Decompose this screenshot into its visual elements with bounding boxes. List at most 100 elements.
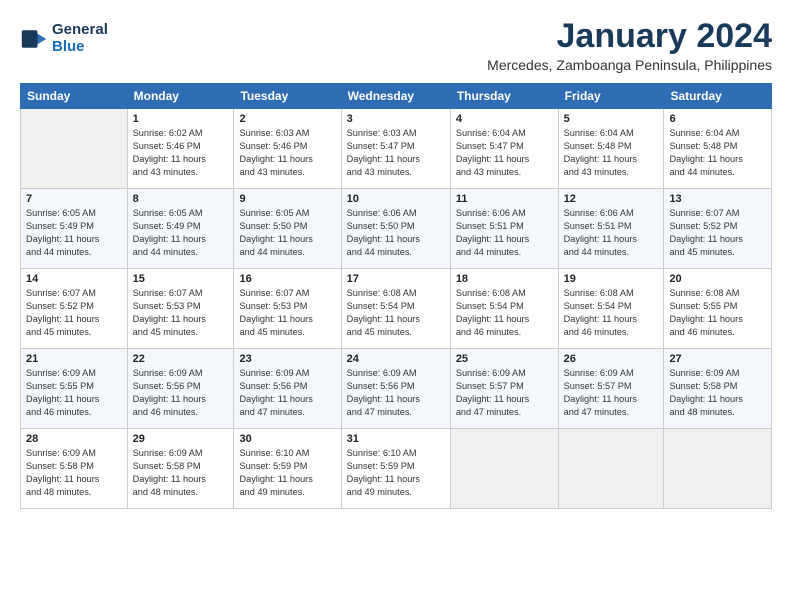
sunrise: Sunrise: 6:07 AM	[26, 287, 122, 300]
calendar-cell	[21, 109, 128, 189]
day-info: Sunrise: 6:05 AM Sunset: 5:50 PM Dayligh…	[239, 207, 335, 259]
sunset: Sunset: 5:52 PM	[669, 220, 766, 233]
day-number: 4	[456, 113, 553, 125]
day-number: 9	[239, 193, 335, 205]
sunset: Sunset: 5:54 PM	[347, 300, 445, 313]
sunrise: Sunrise: 6:03 AM	[239, 127, 335, 140]
calendar-cell: 21 Sunrise: 6:09 AM Sunset: 5:55 PM Dayl…	[21, 349, 128, 429]
sunset: Sunset: 5:58 PM	[669, 380, 766, 393]
sunrise: Sunrise: 6:08 AM	[564, 287, 659, 300]
calendar-cell: 14 Sunrise: 6:07 AM Sunset: 5:52 PM Dayl…	[21, 269, 128, 349]
daylight-label: Daylight: 11 hoursand 47 minutes.	[564, 393, 659, 419]
sunrise: Sunrise: 6:03 AM	[347, 127, 445, 140]
calendar-cell: 1 Sunrise: 6:02 AM Sunset: 5:46 PM Dayli…	[127, 109, 234, 189]
day-number: 6	[669, 113, 766, 125]
calendar-table: SundayMondayTuesdayWednesdayThursdayFrid…	[20, 83, 772, 509]
daylight-label: Daylight: 11 hoursand 44 minutes.	[133, 233, 229, 259]
calendar-cell: 25 Sunrise: 6:09 AM Sunset: 5:57 PM Dayl…	[450, 349, 558, 429]
daylight-label: Daylight: 11 hoursand 45 minutes.	[239, 313, 335, 339]
day-number: 31	[347, 433, 445, 445]
weekday-header-saturday: Saturday	[664, 84, 772, 109]
daylight-label: Daylight: 11 hoursand 44 minutes.	[669, 153, 766, 179]
day-number: 28	[26, 433, 122, 445]
sunrise: Sunrise: 6:09 AM	[456, 367, 553, 380]
day-number: 29	[133, 433, 229, 445]
day-info: Sunrise: 6:10 AM Sunset: 5:59 PM Dayligh…	[347, 447, 445, 499]
calendar-cell: 6 Sunrise: 6:04 AM Sunset: 5:48 PM Dayli…	[664, 109, 772, 189]
sunset: Sunset: 5:53 PM	[133, 300, 229, 313]
calendar-cell: 31 Sunrise: 6:10 AM Sunset: 5:59 PM Dayl…	[341, 429, 450, 509]
day-info: Sunrise: 6:09 AM Sunset: 5:56 PM Dayligh…	[347, 367, 445, 419]
daylight-label: Daylight: 11 hoursand 46 minutes.	[669, 313, 766, 339]
day-info: Sunrise: 6:04 AM Sunset: 5:48 PM Dayligh…	[564, 127, 659, 179]
day-number: 8	[133, 193, 229, 205]
daylight-label: Daylight: 11 hoursand 44 minutes.	[26, 233, 122, 259]
daylight-label: Daylight: 11 hoursand 46 minutes.	[26, 393, 122, 419]
sunset: Sunset: 5:55 PM	[26, 380, 122, 393]
sunrise: Sunrise: 6:07 AM	[133, 287, 229, 300]
day-number: 7	[26, 193, 122, 205]
sunrise: Sunrise: 6:09 AM	[133, 447, 229, 460]
day-info: Sunrise: 6:07 AM Sunset: 5:52 PM Dayligh…	[26, 287, 122, 339]
daylight-label: Daylight: 11 hoursand 44 minutes.	[564, 233, 659, 259]
sunset: Sunset: 5:52 PM	[26, 300, 122, 313]
sunrise: Sunrise: 6:04 AM	[669, 127, 766, 140]
day-info: Sunrise: 6:07 AM Sunset: 5:52 PM Dayligh…	[669, 207, 766, 259]
calendar-cell: 9 Sunrise: 6:05 AM Sunset: 5:50 PM Dayli…	[234, 189, 341, 269]
calendar-cell	[558, 429, 664, 509]
sunset: Sunset: 5:50 PM	[347, 220, 445, 233]
day-info: Sunrise: 6:09 AM Sunset: 5:57 PM Dayligh…	[456, 367, 553, 419]
title-block: January 2024 Mercedes, Zamboanga Peninsu…	[487, 18, 772, 73]
day-number: 27	[669, 353, 766, 365]
day-number: 21	[26, 353, 122, 365]
day-info: Sunrise: 6:04 AM Sunset: 5:47 PM Dayligh…	[456, 127, 553, 179]
location: Mercedes, Zamboanga Peninsula, Philippin…	[487, 57, 772, 73]
sunset: Sunset: 5:48 PM	[669, 140, 766, 153]
sunset: Sunset: 5:56 PM	[239, 380, 335, 393]
calendar-cell: 8 Sunrise: 6:05 AM Sunset: 5:49 PM Dayli…	[127, 189, 234, 269]
day-number: 13	[669, 193, 766, 205]
logo-icon	[20, 25, 48, 53]
sunrise: Sunrise: 6:04 AM	[564, 127, 659, 140]
day-info: Sunrise: 6:05 AM Sunset: 5:49 PM Dayligh…	[133, 207, 229, 259]
sunset: Sunset: 5:59 PM	[239, 460, 335, 473]
day-info: Sunrise: 6:09 AM Sunset: 5:58 PM Dayligh…	[26, 447, 122, 499]
day-number: 25	[456, 353, 553, 365]
sunset: Sunset: 5:51 PM	[564, 220, 659, 233]
calendar-cell: 19 Sunrise: 6:08 AM Sunset: 5:54 PM Dayl…	[558, 269, 664, 349]
calendar-cell: 28 Sunrise: 6:09 AM Sunset: 5:58 PM Dayl…	[21, 429, 128, 509]
day-info: Sunrise: 6:06 AM Sunset: 5:51 PM Dayligh…	[456, 207, 553, 259]
calendar-cell: 4 Sunrise: 6:04 AM Sunset: 5:47 PM Dayli…	[450, 109, 558, 189]
weekday-header-wednesday: Wednesday	[341, 84, 450, 109]
daylight-label: Daylight: 11 hoursand 43 minutes.	[347, 153, 445, 179]
daylight-label: Daylight: 11 hoursand 48 minutes.	[669, 393, 766, 419]
calendar-cell: 15 Sunrise: 6:07 AM Sunset: 5:53 PM Dayl…	[127, 269, 234, 349]
calendar-cell: 13 Sunrise: 6:07 AM Sunset: 5:52 PM Dayl…	[664, 189, 772, 269]
day-info: Sunrise: 6:09 AM Sunset: 5:56 PM Dayligh…	[133, 367, 229, 419]
sunrise: Sunrise: 6:08 AM	[347, 287, 445, 300]
daylight-label: Daylight: 11 hoursand 45 minutes.	[347, 313, 445, 339]
daylight-label: Daylight: 11 hoursand 49 minutes.	[239, 473, 335, 499]
logo: General Blue	[20, 22, 108, 55]
daylight-label: Daylight: 11 hoursand 44 minutes.	[347, 233, 445, 259]
daylight-label: Daylight: 11 hoursand 43 minutes.	[564, 153, 659, 179]
calendar-cell: 29 Sunrise: 6:09 AM Sunset: 5:58 PM Dayl…	[127, 429, 234, 509]
daylight-label: Daylight: 11 hoursand 49 minutes.	[347, 473, 445, 499]
calendar-cell	[450, 429, 558, 509]
day-info: Sunrise: 6:07 AM Sunset: 5:53 PM Dayligh…	[239, 287, 335, 339]
calendar-cell: 30 Sunrise: 6:10 AM Sunset: 5:59 PM Dayl…	[234, 429, 341, 509]
logo-line1: General	[52, 22, 108, 39]
sunset: Sunset: 5:46 PM	[133, 140, 229, 153]
daylight-label: Daylight: 11 hoursand 46 minutes.	[133, 393, 229, 419]
sunrise: Sunrise: 6:06 AM	[564, 207, 659, 220]
day-number: 19	[564, 273, 659, 285]
sunrise: Sunrise: 6:09 AM	[133, 367, 229, 380]
sunset: Sunset: 5:49 PM	[26, 220, 122, 233]
calendar-cell: 18 Sunrise: 6:08 AM Sunset: 5:54 PM Dayl…	[450, 269, 558, 349]
calendar-cell: 22 Sunrise: 6:09 AM Sunset: 5:56 PM Dayl…	[127, 349, 234, 429]
calendar-cell: 24 Sunrise: 6:09 AM Sunset: 5:56 PM Dayl…	[341, 349, 450, 429]
month-title: January 2024	[487, 18, 772, 55]
daylight-label: Daylight: 11 hoursand 45 minutes.	[669, 233, 766, 259]
sunrise: Sunrise: 6:05 AM	[239, 207, 335, 220]
sunset: Sunset: 5:58 PM	[26, 460, 122, 473]
